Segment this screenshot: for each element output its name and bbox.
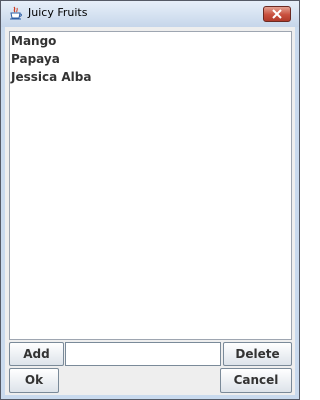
item-name-input[interactable]	[65, 342, 221, 366]
delete-button[interactable]: Delete	[223, 342, 292, 366]
app-window: Juicy Fruits Mango Papaya Jessica Alba A…	[0, 0, 300, 400]
content-pane: Mango Papaya Jessica Alba Add Delete Ok …	[5, 27, 295, 395]
java-coffee-cup-icon	[10, 6, 22, 20]
close-x-icon	[272, 9, 282, 19]
add-button[interactable]: Add	[9, 342, 64, 366]
title-bar[interactable]: Juicy Fruits	[1, 1, 299, 27]
close-button[interactable]	[263, 6, 291, 22]
ok-button[interactable]: Ok	[9, 368, 59, 393]
list-item[interactable]: Mango	[10, 32, 291, 50]
list-item[interactable]: Papaya	[10, 50, 291, 68]
cancel-button[interactable]: Cancel	[220, 368, 292, 393]
fruit-list[interactable]: Mango Papaya Jessica Alba	[9, 31, 292, 340]
list-item[interactable]: Jessica Alba	[10, 68, 291, 86]
window-title: Juicy Fruits	[28, 6, 88, 19]
